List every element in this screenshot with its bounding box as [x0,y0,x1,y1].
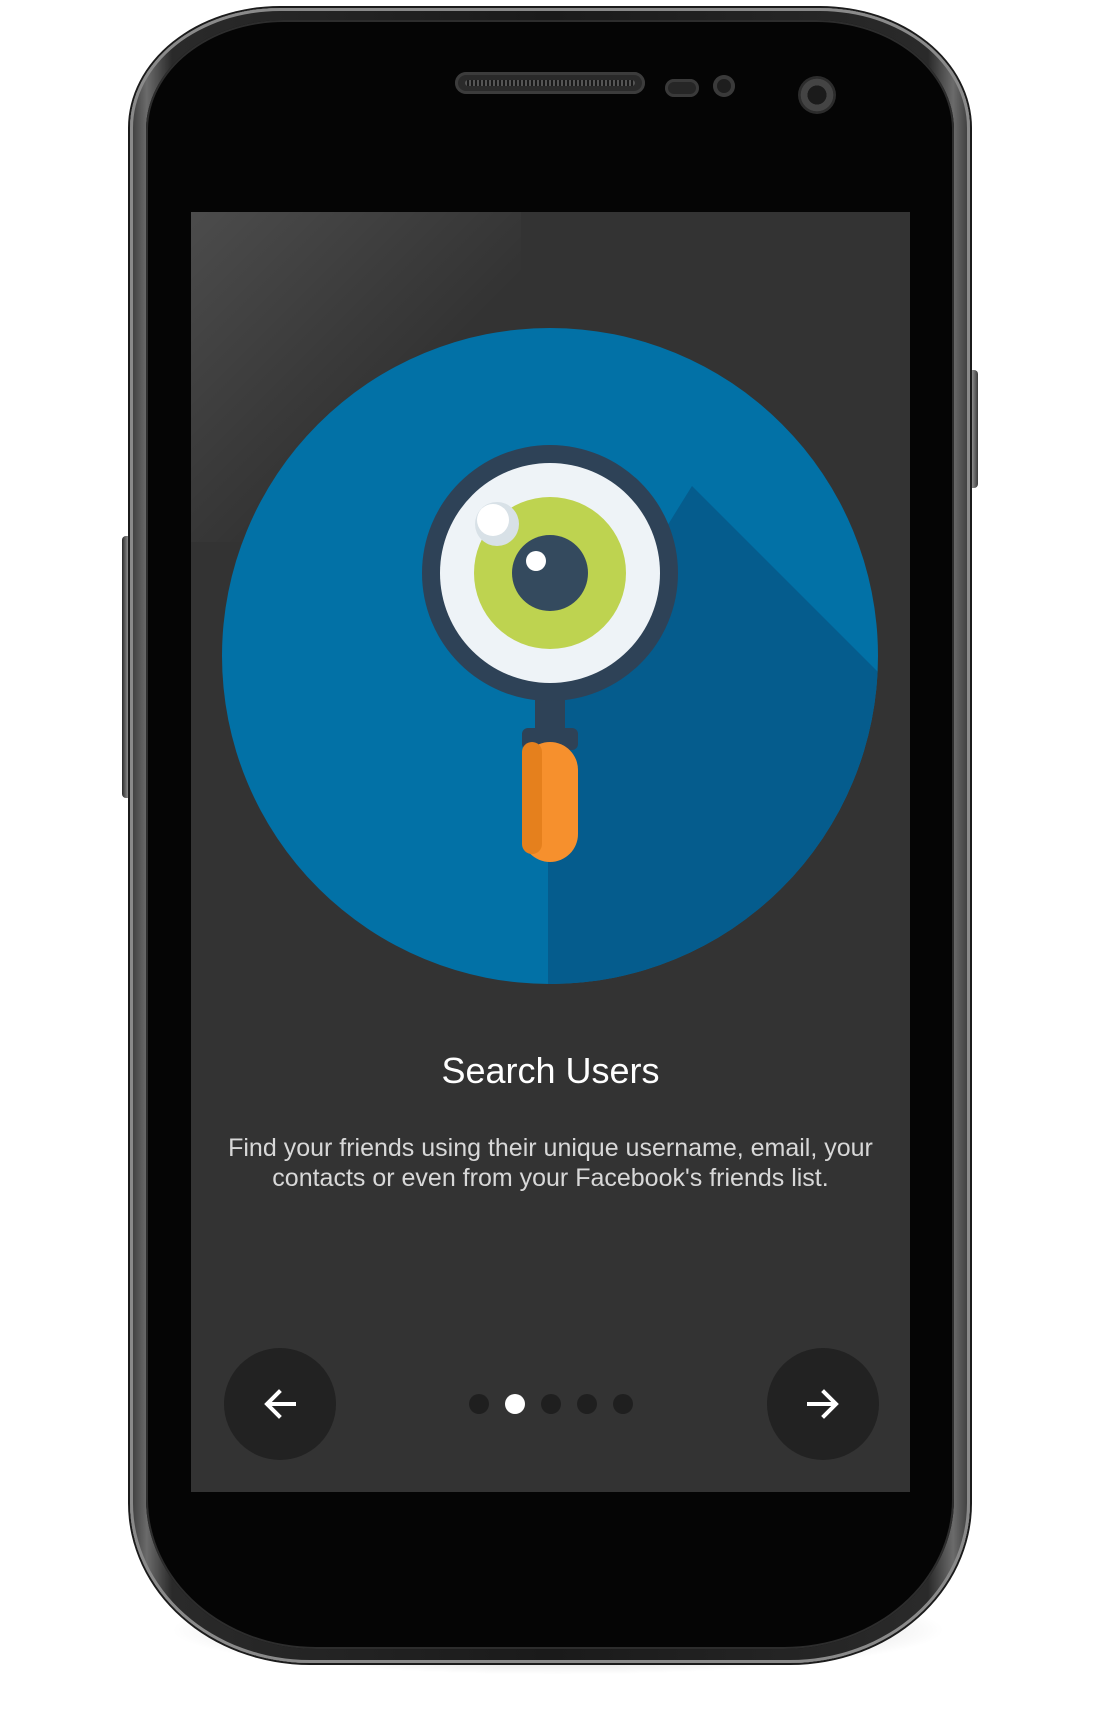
proximity-sensor [665,79,699,97]
front-camera [798,76,836,114]
earpiece-speaker [455,72,645,94]
page-dot-1[interactable] [468,1394,489,1414]
pupil-highlight [526,551,546,571]
onboarding-screen: Search Users Find your friends using the… [191,212,910,1492]
lens-highlight-inner [477,504,509,536]
page-dot-2-active[interactable] [504,1394,525,1414]
eye-pupil [512,535,588,611]
next-button[interactable] [767,1348,879,1460]
magnifier-eye-icon [222,328,878,984]
page-description: Find your friends using their unique use… [228,1134,873,1192]
page-dot-5[interactable] [612,1394,633,1414]
arrow-right-icon [807,1389,839,1419]
handle-shade [522,742,542,854]
page-dot-4[interactable] [576,1394,597,1414]
light-sensor [713,75,735,97]
page-dot-3[interactable] [540,1394,561,1414]
page-title: Search Users [441,1050,660,1091]
device-mockup: Search Users Find your friends using the… [0,0,1101,1709]
